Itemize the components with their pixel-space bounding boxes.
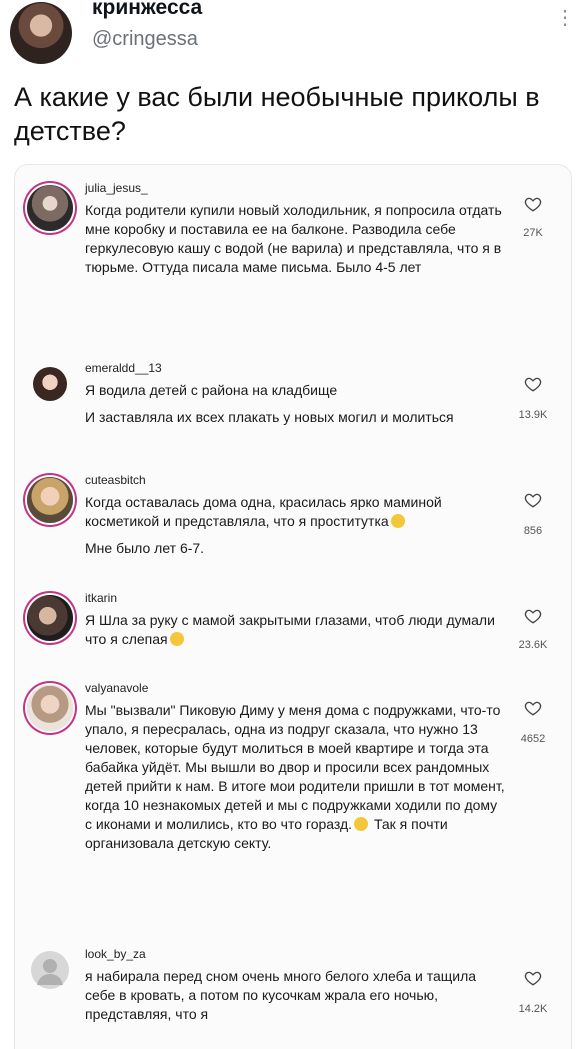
smirk-emoji-icon bbox=[390, 514, 405, 528]
heart-outline-icon[interactable] bbox=[524, 969, 542, 987]
comment-body: Когда родители купили новый холодильник,… bbox=[85, 201, 505, 277]
more-vertical-icon[interactable]: ⋮ bbox=[555, 8, 575, 38]
author-display-name[interactable]: кринжесса bbox=[92, 0, 202, 20]
tweet-text: А какие у вас были необычные приколы в д… bbox=[14, 82, 540, 146]
like-count: 856 bbox=[523, 525, 543, 537]
comment-text: Когда оставалась дома одна, красилась яр… bbox=[85, 494, 442, 529]
heart-outline-icon[interactable] bbox=[524, 607, 542, 625]
comment-body: Я Шла за руку с мамой закрытыми глазами,… bbox=[85, 611, 505, 649]
comment-text: Я Шла за руку с мамой закрытыми глазами,… bbox=[85, 612, 495, 647]
like-count: 27K bbox=[523, 227, 543, 239]
comment-username[interactable]: look_by_za bbox=[85, 947, 146, 961]
heart-outline-icon[interactable] bbox=[524, 491, 542, 509]
heart-outline-icon[interactable] bbox=[524, 195, 542, 213]
tweet-header: кринжесса @cringessa ⋮ bbox=[0, 0, 579, 70]
comment-text: И заставляла их всех плакать у новых мог… bbox=[85, 409, 454, 425]
commenter-avatar[interactable] bbox=[33, 367, 67, 401]
comment-text: Мы "вызвали" Пиковую Диму у меня дома с … bbox=[85, 702, 505, 851]
like-count: 14.2K bbox=[518, 1003, 548, 1015]
comment-text: Когда родители купили новый холодильник,… bbox=[85, 202, 502, 275]
smirk-emoji-icon bbox=[169, 632, 184, 646]
comment-text: Я водила детей с района на кладбище bbox=[85, 382, 338, 398]
comment-username[interactable]: emeraldd__13 bbox=[85, 361, 162, 375]
like-count: 13.9K bbox=[518, 409, 548, 421]
comment-body: я набирала перед сном очень много белого… bbox=[85, 967, 505, 1024]
commenter-avatar[interactable] bbox=[27, 477, 73, 523]
comment-username[interactable]: valyanavole bbox=[85, 681, 148, 695]
heart-outline-icon[interactable] bbox=[524, 375, 542, 393]
commenter-avatar[interactable] bbox=[27, 685, 73, 731]
comment-body: Я водила детей с района на кладбище И за… bbox=[85, 381, 505, 427]
commenter-avatar[interactable] bbox=[27, 595, 73, 641]
comment-text: Мне было лет 6-7. bbox=[85, 540, 205, 556]
author-handle[interactable]: @cringessa bbox=[92, 28, 198, 51]
comment-text: я набирала перед сном очень много белого… bbox=[85, 968, 477, 1022]
heart-outline-icon[interactable] bbox=[524, 699, 542, 717]
like-count: 23.6K bbox=[518, 639, 548, 651]
user-silhouette-icon bbox=[37, 959, 63, 985]
comment-username[interactable]: cuteasbitch bbox=[85, 473, 146, 487]
comment-body: Мы "вызвали" Пиковую Диму у меня дома с … bbox=[85, 701, 505, 853]
author-avatar[interactable] bbox=[10, 2, 72, 64]
like-count: 4652 bbox=[520, 733, 546, 745]
smirk-emoji-icon bbox=[354, 817, 369, 831]
default-avatar-icon[interactable] bbox=[31, 951, 69, 989]
comment-username[interactable]: itkarin bbox=[85, 591, 117, 605]
comment-body: Когда оставалась дома одна, красилась яр… bbox=[85, 493, 505, 558]
tweet-media-screenshot[interactable]: julia_jesus_ Когда родители купили новый… bbox=[14, 164, 572, 1049]
comment-username[interactable]: julia_jesus_ bbox=[85, 181, 148, 195]
commenter-avatar[interactable] bbox=[27, 185, 73, 231]
